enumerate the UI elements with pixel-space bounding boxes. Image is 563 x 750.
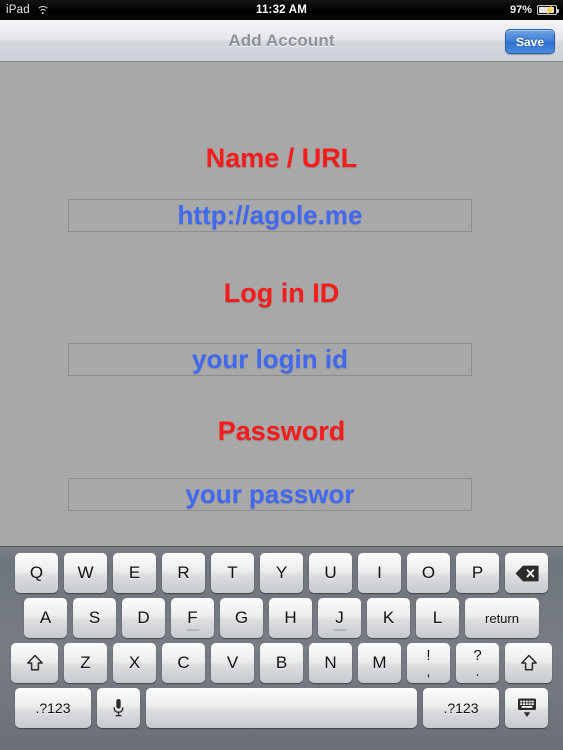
name-url-value: http://agole.me — [177, 200, 363, 230]
keyboard-row-3: Z X C V B N M ! , ? . — [0, 643, 563, 683]
field-label-login-id: Log in ID — [223, 278, 340, 308]
key-comma-label: , — [426, 663, 431, 679]
form-content: Name / URL http://agole.me Log in ID you… — [0, 62, 563, 546]
keyboard-row-2: A S D F G H J K L return — [0, 598, 563, 638]
backspace-key[interactable] — [505, 553, 548, 593]
key-j[interactable]: J — [318, 598, 361, 638]
status-bar-left: iPad — [6, 4, 50, 16]
key-z[interactable]: Z — [64, 643, 107, 683]
key-p[interactable]: P — [456, 553, 499, 593]
keyboard-row-1: Q W E R T Y U I O P — [0, 553, 563, 593]
key-o[interactable]: O — [407, 553, 450, 593]
login-id-value: your login id — [192, 344, 348, 374]
battery-percent: 97% — [509, 4, 532, 16]
password-value: your passwor — [185, 479, 355, 509]
login-id-input[interactable]: your login id — [68, 343, 472, 376]
key-y[interactable]: Y — [260, 553, 303, 593]
key-m[interactable]: M — [358, 643, 401, 683]
space-key[interactable] — [146, 688, 417, 728]
key-w[interactable]: W — [64, 553, 107, 593]
key-question-label: ? — [473, 647, 482, 664]
numbers-key-right[interactable]: .?123 — [423, 688, 499, 728]
key-question-period[interactable]: ? . — [456, 643, 499, 683]
key-n[interactable]: N — [309, 643, 352, 683]
return-key[interactable]: return — [465, 598, 539, 638]
key-f[interactable]: F — [171, 598, 214, 638]
save-button[interactable]: Save — [504, 29, 555, 54]
password-input[interactable]: your passwor — [68, 478, 472, 511]
name-url-input[interactable]: http://agole.me — [68, 199, 472, 232]
device-name: iPad — [6, 4, 30, 16]
key-u[interactable]: U — [309, 553, 352, 593]
key-s[interactable]: S — [73, 598, 116, 638]
key-q[interactable]: Q — [15, 553, 58, 593]
key-r[interactable]: R — [162, 553, 205, 593]
key-h[interactable]: H — [269, 598, 312, 638]
key-g[interactable]: G — [220, 598, 263, 638]
battery-icon: ⚡ — [537, 5, 560, 15]
wifi-icon — [36, 5, 50, 16]
status-bar-right: 97% ⚡ — [509, 4, 560, 16]
onscreen-keyboard: Q W E R T Y U I O P A S D F G H J K L re… — [0, 546, 563, 750]
keyboard-row-4: .?123 .?123 — [0, 688, 563, 728]
shift-key-left[interactable] — [11, 643, 58, 683]
key-d[interactable]: D — [122, 598, 165, 638]
key-i[interactable]: I — [358, 553, 401, 593]
shift-icon — [26, 654, 43, 671]
key-exclamation-comma[interactable]: ! , — [407, 643, 450, 683]
status-bar: iPad 11:32 AM 97% ⚡ — [0, 0, 563, 20]
backspace-icon — [515, 565, 539, 581]
microphone-key[interactable] — [97, 688, 140, 728]
field-label-password: Password — [217, 416, 346, 446]
shift-key-right[interactable] — [505, 643, 552, 683]
keyboard-dismiss-key[interactable] — [505, 688, 548, 728]
key-k[interactable]: K — [367, 598, 410, 638]
key-b[interactable]: B — [260, 643, 303, 683]
key-l[interactable]: L — [416, 598, 459, 638]
shift-icon — [520, 654, 537, 671]
page-title: Add Account — [228, 30, 335, 50]
keyboard-dismiss-icon — [517, 698, 536, 717]
navigation-bar: Add Account Save — [0, 20, 563, 62]
field-label-name-url: Name / URL — [205, 143, 358, 173]
key-e[interactable]: E — [113, 553, 156, 593]
key-c[interactable]: C — [162, 643, 205, 683]
key-v[interactable]: V — [211, 643, 254, 683]
microphone-icon — [113, 699, 124, 717]
key-period-label: . — [475, 663, 480, 679]
key-t[interactable]: T — [211, 553, 254, 593]
key-a[interactable]: A — [24, 598, 67, 638]
key-x[interactable]: X — [113, 643, 156, 683]
key-exclamation-label: ! — [426, 647, 431, 664]
numbers-key-left[interactable]: .?123 — [15, 688, 91, 728]
status-bar-clock: 11:32 AM — [255, 4, 308, 16]
